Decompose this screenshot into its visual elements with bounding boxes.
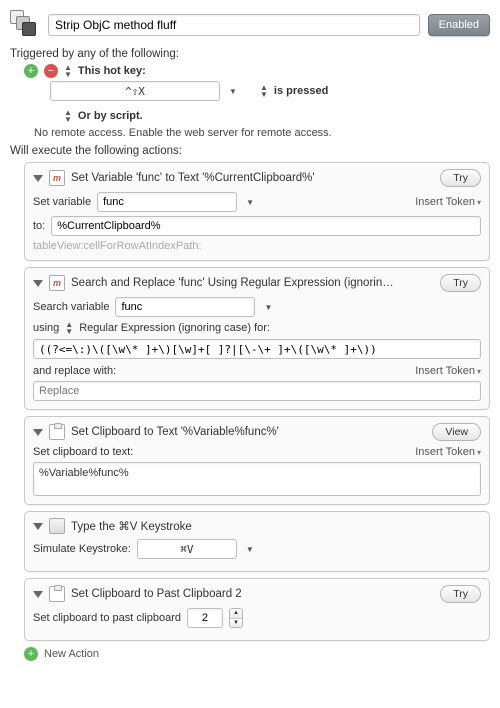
variable-icon: m	[49, 275, 65, 291]
variable-dropdown[interactable]: ▼	[243, 195, 257, 209]
simulate-keystroke-label: Simulate Keystroke:	[33, 543, 131, 555]
variable-icon: m	[49, 170, 65, 186]
keystroke-dropdown[interactable]: ▼	[243, 542, 257, 556]
view-button[interactable]: View	[432, 423, 481, 441]
action-search-replace: m Search and Replace 'func' Using Regula…	[24, 267, 490, 410]
search-variable-dropdown[interactable]: ▼	[261, 300, 275, 314]
keyboard-icon	[49, 518, 65, 534]
add-trigger-icon[interactable]: +	[24, 64, 38, 78]
hotkey-state-stepper[interactable]	[260, 84, 268, 98]
new-action-label: New Action	[44, 648, 99, 660]
macro-title-input[interactable]	[48, 14, 420, 36]
clipboard-icon	[49, 424, 65, 440]
try-button[interactable]: Try	[440, 169, 481, 187]
hotkey-label: This hot key:	[78, 65, 146, 77]
action-type-keystroke: Type the ⌘V Keystroke Simulate Keystroke…	[24, 511, 490, 572]
remote-access-text: No remote access. Enable the web server …	[34, 127, 490, 139]
replace-input[interactable]	[33, 381, 481, 401]
action-set-clipboard-text: Set Clipboard to Text '%Variable%func%' …	[24, 416, 490, 505]
match-type-stepper[interactable]	[65, 321, 73, 335]
actions-heading: Will execute the following actions:	[10, 145, 490, 157]
add-action-icon[interactable]: +	[24, 647, 38, 661]
macro-icon	[10, 10, 40, 40]
regex-type-label: Regular Expression (ignoring case) for:	[79, 322, 270, 334]
try-button[interactable]: Try	[440, 585, 481, 603]
disclosure-triangle-icon[interactable]	[33, 429, 43, 436]
action-set-clipboard-past: Set Clipboard to Past Clipboard 2 Try Se…	[24, 578, 490, 641]
set-variable-label: Set variable	[33, 196, 91, 208]
to-value-input[interactable]	[51, 216, 481, 236]
clipboard-icon	[49, 586, 65, 602]
action-title: Type the ⌘V Keystroke	[71, 519, 481, 533]
disclosure-triangle-icon[interactable]	[33, 591, 43, 598]
clipboard-text-input[interactable]: %Variable%func%	[33, 462, 481, 496]
search-variable-label: Search variable	[33, 301, 109, 313]
disclosure-triangle-icon[interactable]	[33, 523, 43, 530]
past-clipboard-stepper[interactable]: ▲▼	[229, 608, 243, 628]
action-title: Set Clipboard to Text '%Variable%func%'	[71, 426, 426, 438]
past-clipboard-index-input[interactable]	[187, 608, 223, 628]
triggers-heading: Triggered by any of the following:	[10, 48, 490, 60]
action-title: Set Variable 'func' to Text '%CurrentCli…	[71, 172, 434, 184]
insert-token-button[interactable]: Insert Token	[415, 446, 481, 458]
insert-token-button[interactable]: Insert Token	[415, 196, 481, 208]
trigger-type-stepper[interactable]	[64, 64, 72, 78]
action-title: Search and Replace 'func' Using Regular …	[71, 277, 434, 289]
hotkey-state-label: is pressed	[274, 85, 328, 97]
search-variable-input[interactable]	[115, 297, 255, 317]
regex-input[interactable]	[33, 339, 481, 359]
set-clipboard-label: Set clipboard to text:	[33, 446, 133, 458]
using-label: using	[33, 322, 59, 334]
disclosure-triangle-icon[interactable]	[33, 175, 43, 182]
enabled-button[interactable]: Enabled	[428, 14, 490, 36]
keystroke-input[interactable]: ⌘V	[137, 539, 237, 559]
try-button[interactable]: Try	[440, 274, 481, 292]
past-clipboard-label: Set clipboard to past clipboard	[33, 612, 181, 624]
script-stepper[interactable]	[64, 109, 72, 123]
insert-token-button[interactable]: Insert Token	[415, 365, 481, 377]
replace-with-label: and replace with:	[33, 365, 116, 377]
disclosure-triangle-icon[interactable]	[33, 280, 43, 287]
action-title: Set Clipboard to Past Clipboard 2	[71, 588, 434, 600]
hotkey-input[interactable]: ^⇧X	[50, 81, 220, 101]
action-result-preview: tableView:cellForRowAtIndexPath:	[33, 240, 481, 252]
to-label: to:	[33, 220, 45, 232]
variable-name-input[interactable]	[97, 192, 237, 212]
action-set-variable: m Set Variable 'func' to Text '%CurrentC…	[24, 162, 490, 261]
script-label: Or by script.	[78, 110, 143, 122]
remove-trigger-icon[interactable]: −	[44, 64, 58, 78]
hotkey-disclosure[interactable]: ▼	[226, 84, 240, 98]
